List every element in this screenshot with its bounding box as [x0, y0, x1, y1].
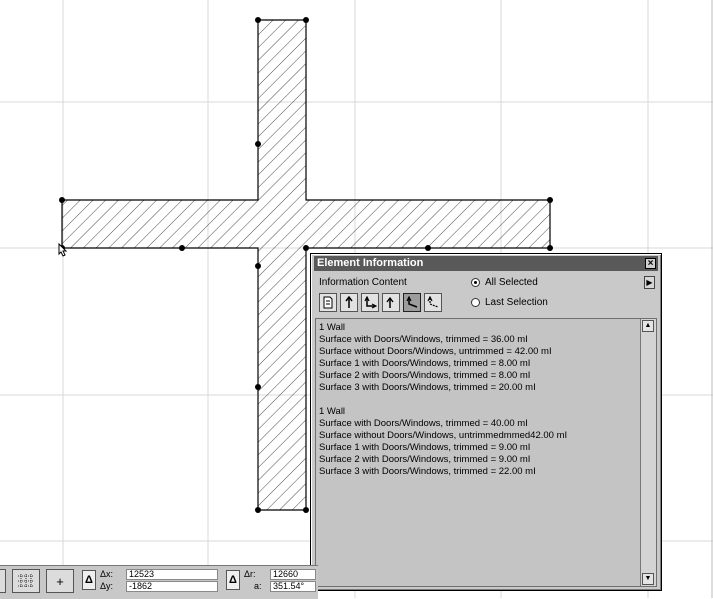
info-line: Surface 1 with Doors/Windows, trimmed = … [319, 358, 531, 369]
scroll-down-button[interactable]: ▼ [642, 573, 654, 585]
dr-row: Δr: 12660 [244, 569, 316, 581]
all-selected-label: All Selected [485, 277, 538, 288]
angle-row: a: 351.54° [244, 581, 316, 593]
info-line: Surface without Doors/Windows, untrimmed… [319, 346, 552, 357]
element-information-palette: Element Information × Information Conten… [310, 253, 662, 591]
triangle-up-icon: ▲ [644, 322, 652, 329]
tool-arrow-up[interactable] [340, 293, 358, 312]
info-content-toolbar [319, 293, 442, 312]
left-edge-button[interactable] [0, 569, 6, 593]
scroll-up-button[interactable]: ▲ [642, 320, 654, 332]
grid-snap-button[interactable] [12, 569, 40, 593]
info-line: Surface 2 with Doors/Windows, trimmed = … [319, 370, 531, 381]
info-line: Surface 2 with Doors/Windows, trimmed = … [319, 454, 531, 465]
tool-document[interactable] [319, 293, 337, 312]
arrow-up-right-icon [363, 296, 377, 309]
info-text-lines: 1 Wall Surface with Doors/Windows, trimme… [319, 322, 639, 478]
info-line [319, 394, 639, 406]
document-icon [323, 296, 333, 309]
radio-checked-icon [471, 278, 480, 287]
coordinate-bar: + Δ Δx: 12523 Δy: -1862 Δ Δr: 12660 a: 3… [0, 565, 318, 599]
dr-field[interactable]: 12660 [270, 569, 316, 580]
grid-snap-icon [18, 574, 34, 588]
last-selection-radio[interactable]: Last Selection [471, 297, 548, 308]
tool-arrow-corner-dotted[interactable] [424, 293, 442, 312]
info-line: Surface 3 with Doors/Windows, trimmed = … [319, 466, 536, 477]
expand-button[interactable]: ▶ [644, 276, 655, 289]
arrow-up-small-icon [386, 296, 394, 308]
info-line: Surface with Doors/Windows, trimmed = 36… [319, 334, 528, 345]
dy-field[interactable]: -1862 [126, 581, 218, 592]
dy-label: Δy: [100, 581, 114, 591]
radio-unchecked-icon [471, 298, 480, 307]
info-line: 1 Wall [319, 406, 346, 417]
dy-row: Δy: -1862 [100, 581, 218, 593]
information-content-label: Information Content [319, 277, 407, 288]
add-point-button[interactable]: + [46, 569, 74, 593]
info-line: Surface 1 with Doors/Windows, trimmed = … [319, 442, 531, 453]
plus-icon: + [56, 573, 64, 589]
all-selected-radio[interactable]: All Selected [471, 277, 538, 288]
palette-title: Element Information [317, 257, 424, 269]
polar-coords-toggle[interactable]: Δ [226, 570, 240, 590]
dx-label: Δx: [100, 569, 114, 579]
arrow-corner-dotted-icon [426, 296, 438, 308]
delta-icon: Δ [85, 574, 93, 586]
arrow-corner-icon [405, 296, 417, 308]
triangle-right-icon: ▶ [646, 278, 653, 287]
info-line: 1 Wall [319, 322, 346, 333]
tool-arrow-up-right[interactable] [361, 293, 379, 312]
dr-label: Δr: [244, 569, 256, 579]
dx-field[interactable]: 12523 [126, 569, 218, 580]
info-line: Surface 3 with Doors/Windows, trimmed = … [319, 382, 536, 393]
tool-arrow-corner[interactable] [403, 293, 421, 312]
close-icon: × [647, 258, 654, 269]
arrow-up-icon [345, 296, 353, 308]
info-text-area[interactable]: 1 Wall Surface with Doors/Windows, trimme… [315, 318, 657, 587]
dx-row: Δx: 12523 [100, 569, 218, 581]
info-line: Surface with Doors/Windows, trimmed = 40… [319, 418, 528, 429]
palette-title-bar[interactable]: Element Information × [314, 256, 658, 271]
angle-field[interactable]: 351.54° [270, 581, 316, 592]
vertical-scrollbar[interactable]: ▲ ▼ [640, 319, 656, 586]
info-line: Surface without Doors/Windows, untrimmed… [319, 430, 568, 441]
tool-arrow-up-small[interactable] [382, 293, 400, 312]
delta-icon: Δ [229, 574, 237, 586]
last-selection-label: Last Selection [485, 297, 548, 308]
angle-label: a: [254, 581, 262, 591]
close-button[interactable]: × [645, 258, 656, 269]
triangle-down-icon: ▼ [644, 575, 652, 582]
relative-coords-toggle[interactable]: Δ [82, 570, 96, 590]
